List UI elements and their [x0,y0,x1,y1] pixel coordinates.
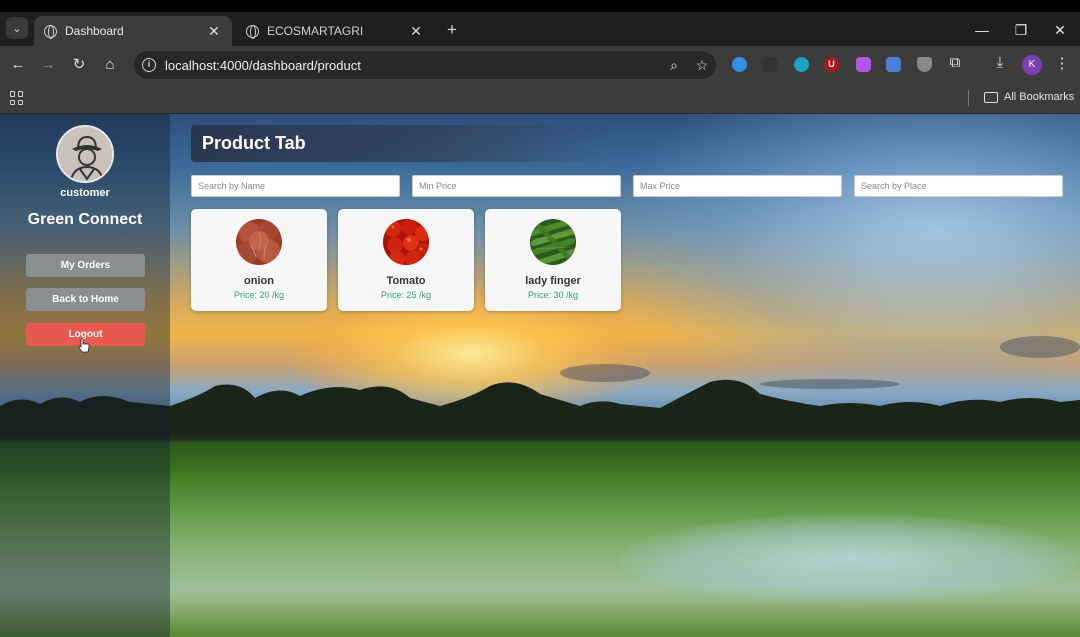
dark-extension-icon[interactable] [763,57,778,72]
product-card-tomato[interactable]: Tomato Price: 25 /kg [338,209,474,311]
shield-extension-icon[interactable] [917,57,932,72]
edge-icon[interactable] [732,57,747,72]
background-sky [600,114,1080,414]
product-name: Tomato [386,275,426,287]
product-name: lady finger [525,275,581,287]
purple-extension-icon[interactable] [856,57,871,72]
my-orders-button[interactable]: My Orders [26,254,145,277]
close-icon[interactable]: ✕ [206,23,222,40]
refresh-extension-icon[interactable] [794,57,809,72]
onion-image [236,219,282,265]
window-close-icon[interactable]: ✕ [1050,22,1070,39]
tab-strip: ⌄ Dashboard ✕ ECOSMARTAGRI ✕ + — ❐ ✕ [0,12,1080,46]
hand-cursor-icon [78,338,90,353]
globe-icon [246,24,259,39]
farmer-icon [58,127,112,181]
ublock-icon[interactable]: U [824,57,839,72]
product-price: Price: 20 /kg [233,290,285,300]
download-icon[interactable]: ⤓ [990,54,1010,71]
address-url[interactable]: localhost:4000/dashboard/product [165,58,660,73]
forward-arrow-icon[interactable]: → [38,55,58,75]
folder-icon [984,91,998,103]
page-viewport: customer Green Connect My Orders Back to… [0,114,1080,637]
sidebar: customer Green Connect My Orders Back to… [0,114,170,637]
tab-dashboard[interactable]: Dashboard ✕ [34,16,232,46]
brand-title: Green Connect [27,211,143,228]
product-card-onion[interactable]: onion Price: 20 /kg [191,209,327,311]
tab-ecosmartagri[interactable]: ECOSMARTAGRI ✕ [236,16,434,46]
tomato-image [383,219,429,265]
reload-icon[interactable]: ↻ [69,55,89,75]
puzzle-icon[interactable]: ⧉ [945,54,965,71]
lady-finger-image [530,219,576,265]
minimize-icon[interactable]: — [972,22,992,38]
site-info-icon[interactable]: i [142,58,156,72]
bookmark-star-icon[interactable]: ☆ [688,57,716,74]
user-role: customer [60,187,110,199]
image-extension-icon[interactable] [886,57,901,72]
globe-icon [44,24,57,39]
apps-grid-icon[interactable] [10,91,24,105]
product-price: Price: 25 /kg [380,290,432,300]
restore-icon[interactable]: ❐ [1011,22,1031,39]
max-price-input[interactable] [633,175,842,197]
new-tab-button[interactable]: + [442,20,462,40]
background-cloud [1000,336,1080,358]
page-title: Product Tab [191,125,611,162]
bookmarks-separator [968,90,969,106]
all-bookmarks-label: All Bookmarks [1004,91,1075,103]
menu-icon[interactable]: ⋮ [1052,54,1072,72]
search-by-place-input[interactable] [854,175,1063,197]
bookmarks-bar: All Bookmarks [0,84,1080,114]
close-icon[interactable]: ✕ [408,23,424,40]
min-price-input[interactable] [412,175,621,197]
all-bookmarks-button[interactable]: All Bookmarks [984,91,1074,103]
back-arrow-icon[interactable]: ← [8,55,28,75]
avatar [56,125,114,183]
product-name: onion [244,275,274,287]
product-price: Price: 30 /kg [527,290,579,300]
home-icon[interactable]: ⌂ [100,55,120,75]
back-to-home-button[interactable]: Back to Home [26,288,145,311]
tab-title: ECOSMARTAGRI [267,24,364,38]
address-bar[interactable]: i localhost:4000/dashboard/product ⌕ ☆ [134,51,716,79]
screen-top-bar [0,0,1080,12]
tab-search-button[interactable]: ⌄ [6,17,28,39]
browser-toolbar: ← → ↻ ⌂ i localhost:4000/dashboard/produ… [0,46,1080,84]
product-card-lady-finger[interactable]: lady finger Price: 30 /kg [485,209,621,311]
profile-avatar[interactable]: K [1022,55,1042,75]
tab-title: Dashboard [65,24,124,38]
zoom-icon[interactable]: ⌕ [660,57,688,74]
search-by-name-input[interactable] [191,175,400,197]
